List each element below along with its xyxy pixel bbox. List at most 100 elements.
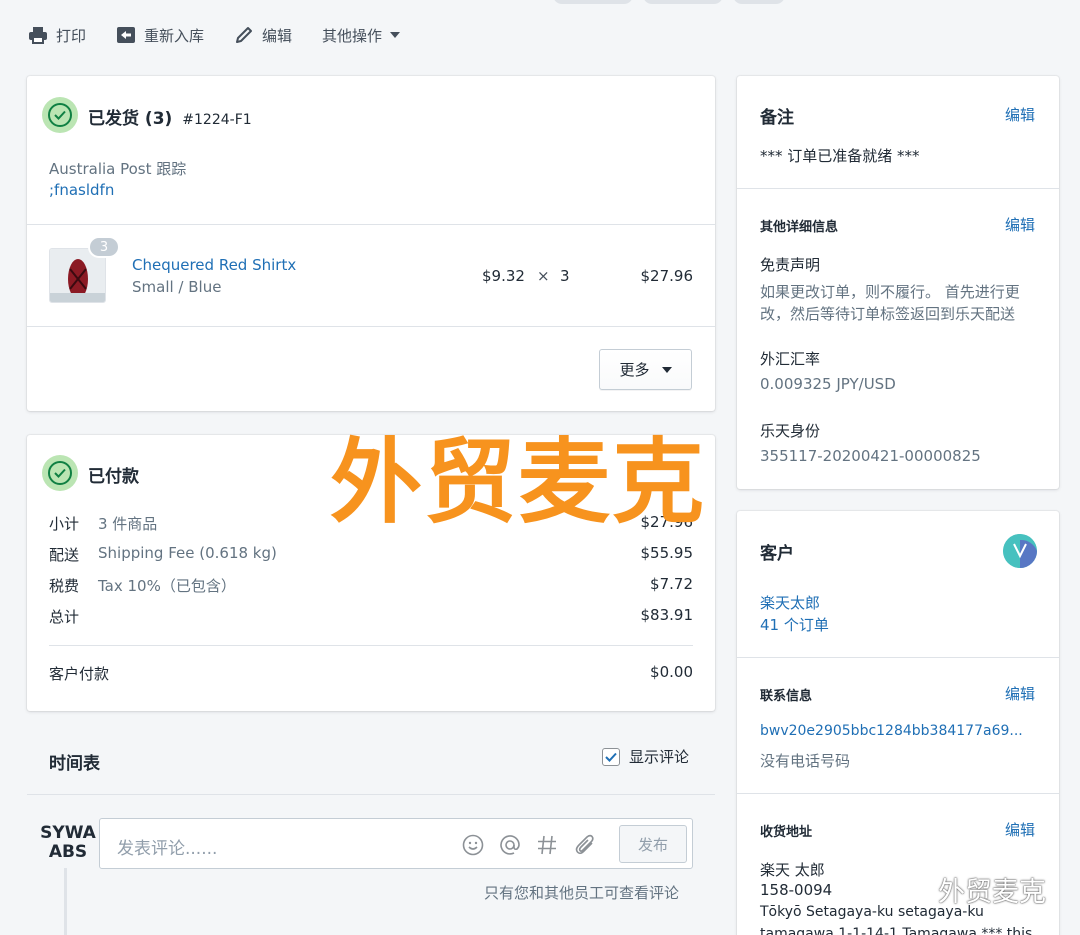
tracking-link[interactable]: ;fnasldfn	[49, 181, 114, 199]
show-comments-toggle[interactable]: 显示评论	[602, 746, 689, 767]
more-button[interactable]: 更多	[599, 349, 692, 390]
unit-price: $9.32	[482, 267, 525, 285]
edit-order-button[interactable]: 编辑	[234, 25, 292, 46]
avatar-icon	[1003, 534, 1037, 568]
disclaimer-label: 免责声明	[760, 256, 821, 274]
customer-title: 客户	[760, 544, 794, 564]
restock-icon	[117, 27, 136, 43]
more-actions-dropdown[interactable]: 其他操作	[322, 25, 408, 46]
avatar-line1: SYWA	[40, 823, 96, 843]
customer-email-link[interactable]: bwv20e2905bbc1284bb384177a69...	[760, 723, 1023, 739]
disclaimer-line1: 如果更改订单，则不履行。 首先进行更	[760, 283, 1020, 301]
shipping-address-title: 收货地址	[760, 825, 813, 840]
top-header-remnant	[0, 0, 1080, 6]
row-label: 税费	[49, 577, 80, 595]
row-amount: $55.95	[640, 544, 694, 562]
order-action-bar: 打印 重新入库 编辑 其他操作	[28, 22, 438, 48]
divider	[27, 326, 715, 327]
product-name-link[interactable]: Chequered Red Shirtx	[132, 256, 296, 274]
fx-value: 0.009325 JPY/USD	[760, 375, 896, 393]
show-comments-checkbox[interactable]	[602, 747, 620, 766]
show-comments-label: 显示评论	[629, 748, 690, 766]
quantity-badge: 3	[88, 236, 120, 258]
row-desc: Tax 10%（已包含）	[98, 577, 236, 595]
checkmark-icon	[54, 468, 66, 478]
contact-title: 联系信息	[760, 689, 813, 704]
comment-input[interactable]: 发表评论......	[117, 834, 217, 859]
status-pill	[733, 0, 785, 4]
customer-name-link[interactable]: 楽天太郎	[760, 592, 820, 613]
fulfillment-card: 已发货 (3) #1224-F1 Australia Post 跟踪 ;fnas…	[27, 76, 715, 411]
address-line1: 楽天 太郎	[760, 861, 825, 879]
divider	[737, 793, 1059, 794]
payment-title: 已付款	[88, 467, 139, 487]
edit-label: 编辑	[262, 26, 293, 45]
details-edit-link[interactable]: 编辑	[1005, 214, 1035, 235]
payment-row-paid: 客户付款 $0.00	[49, 663, 693, 684]
divider	[737, 657, 1059, 658]
mention-icon[interactable]	[499, 834, 521, 856]
carrier-label: Australia Post 跟踪	[49, 160, 187, 178]
emoji-icon[interactable]	[462, 834, 484, 856]
status-pill	[553, 0, 633, 4]
caret-down-icon	[390, 32, 401, 38]
row-label: 配送	[49, 546, 80, 564]
row-amount: $83.91	[640, 606, 694, 624]
fx-label: 外汇汇率	[760, 350, 821, 368]
fulfillment-order-number: #1224-F1	[182, 112, 252, 128]
fulfillment-title: 已发货 (3)	[88, 109, 173, 129]
restock-label: 重新入库	[144, 26, 205, 45]
row-label: 总计	[49, 608, 80, 626]
caret-down-icon	[661, 366, 672, 373]
row-amount: $7.72	[650, 575, 693, 593]
post-button-label: 发布	[637, 835, 668, 854]
item-quantity: 3	[560, 267, 570, 285]
notes-edit-link[interactable]: 编辑	[1005, 104, 1035, 125]
avatar: SYWA ABS	[40, 824, 96, 868]
watermark-text: 外贸麦克	[330, 429, 707, 536]
rakuten-id-value: 355117-20200421-00000825	[760, 447, 981, 465]
print-button[interactable]: 打印	[28, 25, 86, 46]
customer-orders-link[interactable]: 41 个订单	[760, 614, 829, 635]
row-desc	[98, 606, 641, 627]
multiply-sign: ×	[537, 267, 550, 285]
comment-visibility-hint: 只有您和其他员工可查看评论	[484, 884, 680, 902]
pencil-icon	[236, 27, 253, 43]
wechat-watermark-text: 外贸麦克	[938, 877, 1046, 908]
timeline-title: 时间表	[49, 754, 100, 774]
printer-icon	[29, 27, 47, 44]
divider	[737, 188, 1059, 189]
avatar-line2: ABS	[48, 842, 88, 862]
divider	[49, 645, 693, 646]
payment-row-total: 总计 $83.91	[49, 606, 693, 627]
fulfillment-header: 已发货 (3) #1224-F1	[88, 104, 252, 129]
payment-row-tax: 税费 Tax 10%（已包含） $7.72	[49, 575, 693, 596]
comment-box: 发表评论...... 发布	[99, 818, 693, 869]
hashtag-icon[interactable]	[536, 834, 558, 856]
address-edit-link[interactable]: 编辑	[1005, 819, 1035, 840]
address-line4: tamagawa 1-1-14-1 Tamagawa *** this	[760, 926, 1033, 935]
notes-text: *** 订单已准备就绪 ***	[760, 147, 920, 165]
wechat-watermark: 外贸麦克	[892, 870, 1046, 909]
disclaimer-line2: 改，然后等待订单标签返回到乐天配送	[760, 305, 1016, 323]
row-label: 小计	[49, 515, 80, 533]
payment-row-shipping: 配送 Shipping Fee (0.618 kg) $55.95	[49, 544, 693, 565]
details-title: 其他详细信息	[760, 220, 839, 235]
address-line2: 158-0094	[760, 881, 833, 899]
checkmark-icon	[605, 752, 617, 762]
post-comment-button[interactable]: 发布	[619, 825, 687, 863]
product-variant: Small / Blue	[132, 278, 222, 296]
line-total: $27.96	[640, 267, 694, 285]
notes-title: 备注	[760, 108, 794, 128]
customer-avatar	[1003, 534, 1037, 568]
row-desc: Shipping Fee (0.618 kg)	[98, 544, 277, 562]
restock-button[interactable]: 重新入库	[116, 25, 204, 46]
notes-details-card: 备注 编辑 *** 订单已准备就绪 *** 其他详细信息 编辑 免责声明 如果更…	[737, 76, 1059, 489]
fulfilled-status-badge	[42, 97, 78, 133]
more-button-label: 更多	[619, 361, 650, 379]
more-actions-label: 其他操作	[322, 26, 383, 45]
row-amount: $0.00	[650, 663, 693, 681]
wechat-icon	[892, 875, 931, 903]
contact-edit-link[interactable]: 编辑	[1005, 683, 1035, 704]
attachment-icon[interactable]	[574, 833, 596, 857]
